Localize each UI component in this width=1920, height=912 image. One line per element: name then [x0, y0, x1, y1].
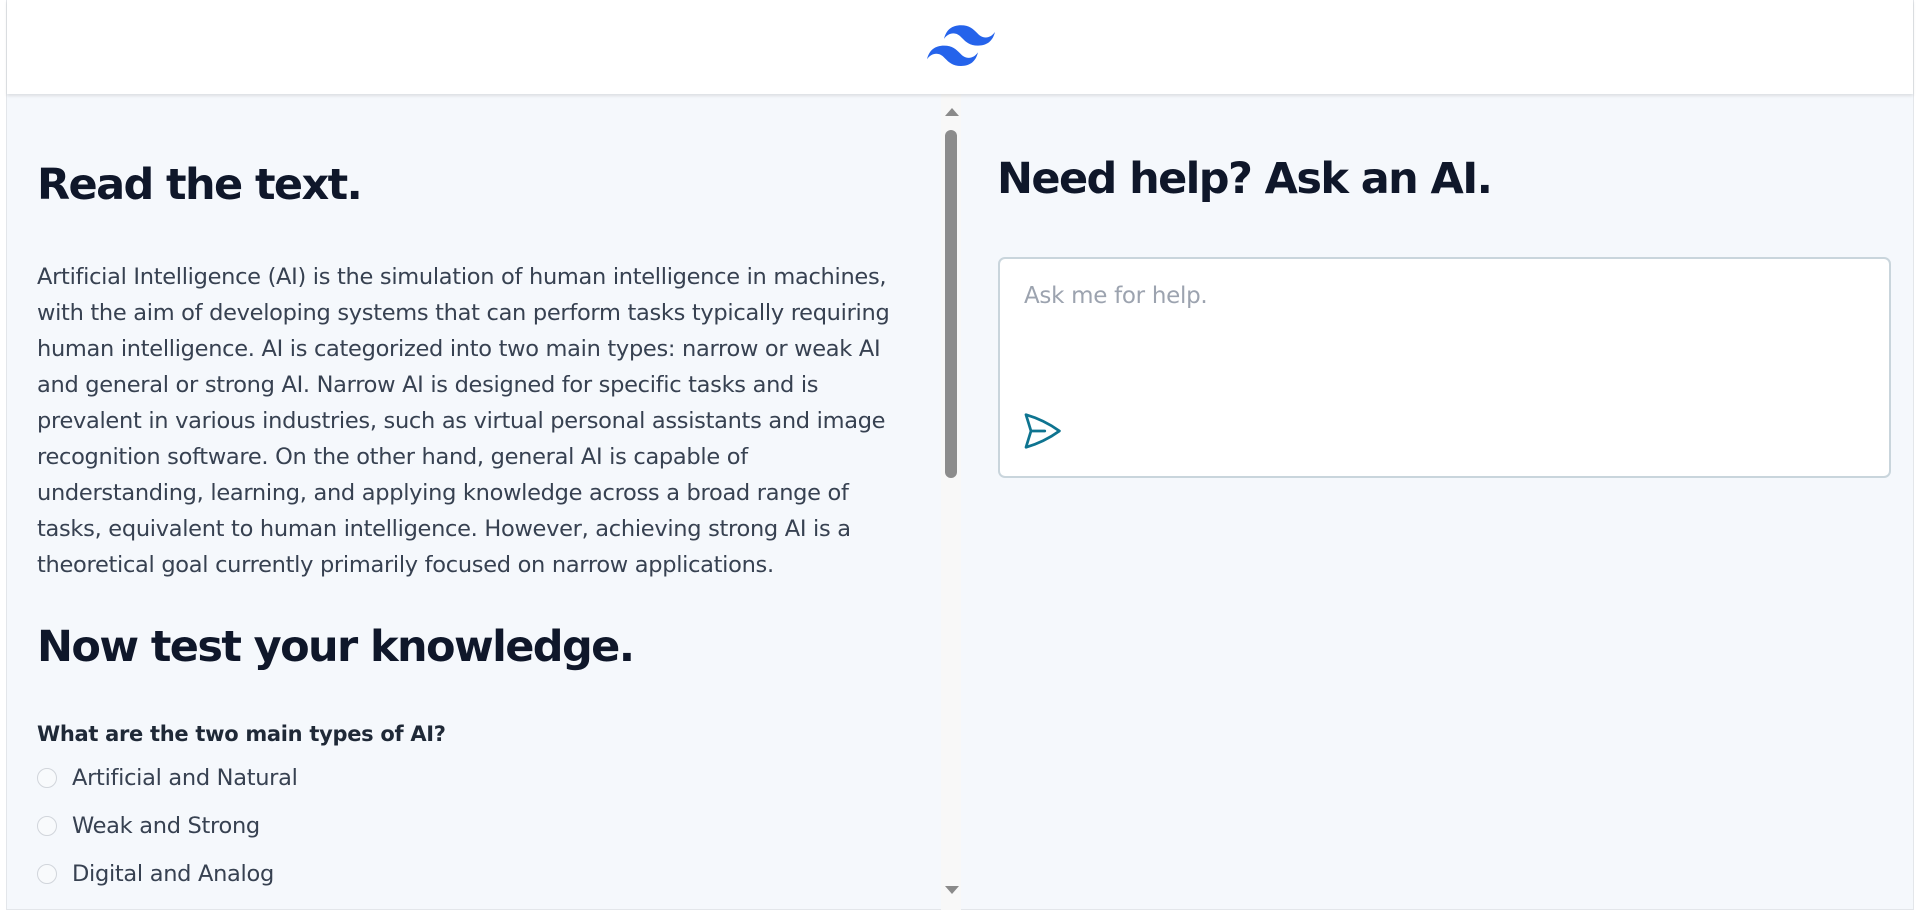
reading-passage: Artificial Intelligence (AI) is the simu… — [37, 264, 890, 578]
assistant-pane: Need help? Ask an AI. — [961, 94, 1911, 910]
reading-scrollbar[interactable] — [941, 94, 961, 910]
scroll-down-arrow-icon[interactable] — [945, 886, 959, 894]
quiz-option[interactable]: Artificial and Natural — [37, 763, 298, 793]
assistant-title: Need help? Ask an AI. — [997, 154, 1493, 204]
top-header — [7, 0, 1913, 94]
option-label: Digital and Analog — [72, 861, 274, 887]
app-frame: Read the text. Artificial Intelligence (… — [6, 0, 1914, 910]
radio-button[interactable] — [37, 816, 57, 836]
option-label: Weak and Strong — [72, 813, 260, 839]
send-icon[interactable] — [1020, 409, 1064, 453]
quiz-option[interactable]: Weak and Strong — [37, 811, 260, 841]
reading-pane[interactable]: Read the text. Artificial Intelligence (… — [7, 94, 941, 910]
tailwind-logo-icon — [927, 25, 995, 67]
quiz-question: What are the two main types of AI? — [37, 722, 446, 746]
chat-box[interactable] — [998, 257, 1891, 478]
quiz-title: Now test your knowledge. — [37, 622, 635, 672]
scroll-thumb[interactable] — [945, 130, 957, 478]
radio-button[interactable] — [37, 768, 57, 788]
radio-button[interactable] — [37, 864, 57, 884]
quiz-option[interactable]: Digital and Analog — [37, 859, 274, 889]
read-title: Read the text. — [37, 160, 363, 210]
scroll-up-arrow-icon[interactable] — [945, 108, 959, 116]
option-label: Artificial and Natural — [72, 765, 298, 791]
chat-input[interactable] — [1024, 283, 1864, 363]
